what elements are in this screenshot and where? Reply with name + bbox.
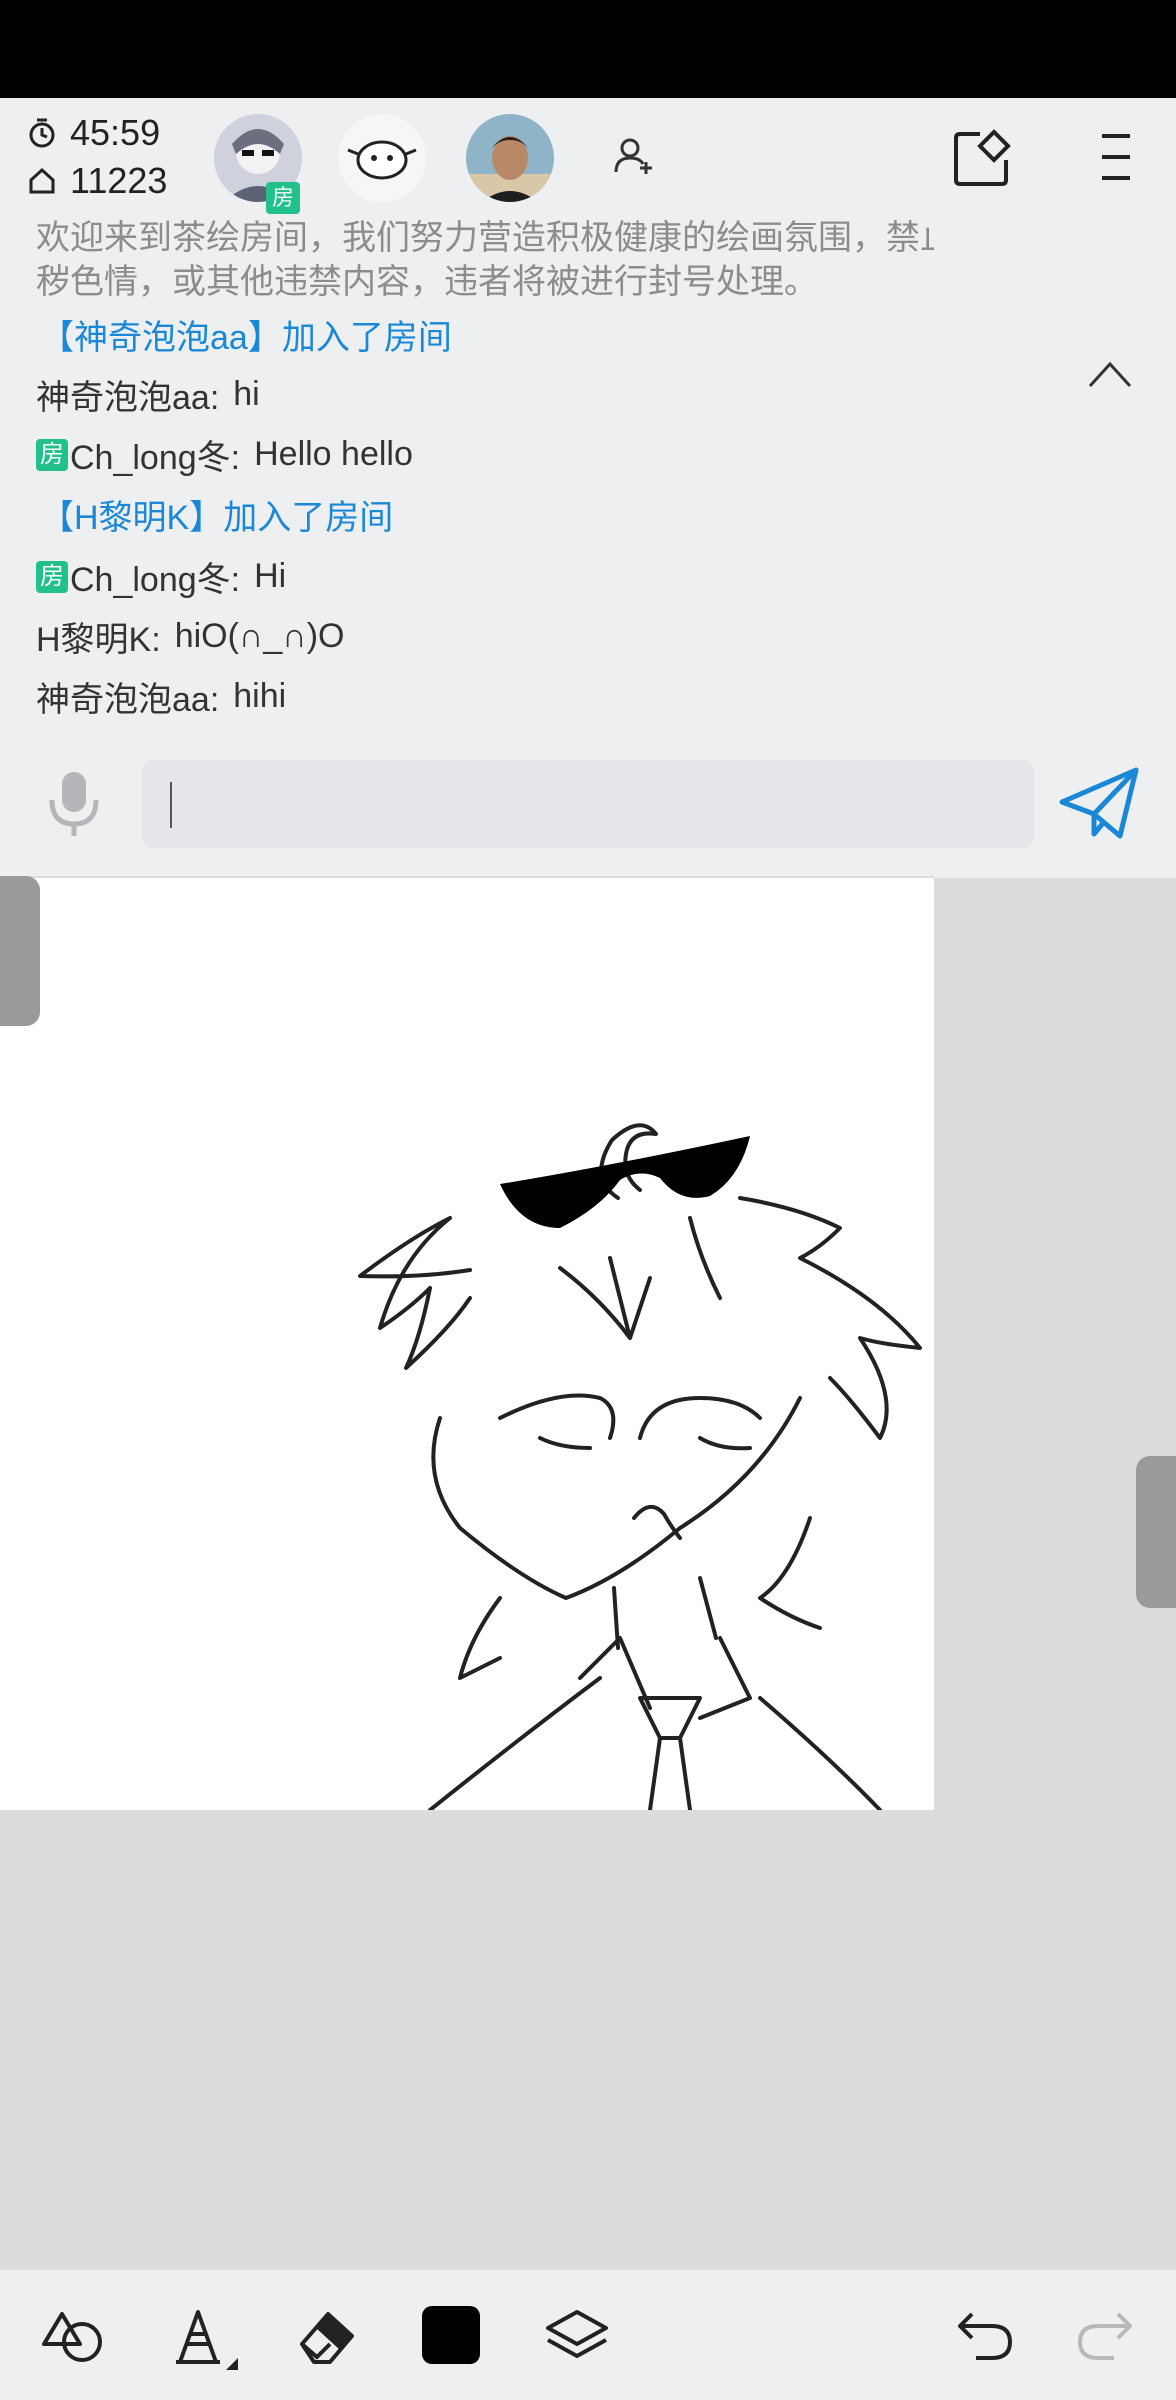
share-icon[interactable] xyxy=(950,126,1014,190)
host-badge: 房 xyxy=(266,182,300,214)
add-user-icon[interactable] xyxy=(612,134,656,178)
timer-value: 45:59 xyxy=(70,112,161,153)
message-user: 神奇泡泡aa: xyxy=(36,681,220,719)
chat-input-row xyxy=(0,740,1176,878)
avatar-user-3[interactable] xyxy=(466,114,554,202)
layers-icon[interactable] xyxy=(544,2306,610,2366)
status-bar xyxy=(0,0,1176,98)
message-text: hiO(∩_∩)O xyxy=(174,617,345,655)
send-icon[interactable] xyxy=(1058,766,1140,840)
chat-join-1: 【神奇泡泡aa】加入了房间 xyxy=(40,310,452,359)
room-id-value: 11223 xyxy=(70,160,168,201)
message-user: Ch_long冬: xyxy=(70,561,241,599)
chat-message-5: 神奇泡泡aa: hihi xyxy=(36,672,286,721)
message-text: hihi xyxy=(233,677,287,715)
message-user: H黎明K: xyxy=(36,621,161,659)
chat-message-1: 神奇泡泡aa: hi xyxy=(36,370,260,419)
clock-icon xyxy=(29,118,55,148)
host-badge: 房 xyxy=(36,438,68,471)
chat-message-2: 房 Ch_long冬: Hello hello xyxy=(36,430,413,479)
room-timer: 45:59 xyxy=(28,112,160,154)
message-text: Hello hello xyxy=(254,435,413,473)
undo-icon[interactable] xyxy=(956,2306,1014,2364)
text-caret xyxy=(170,782,172,828)
sketch-drawing xyxy=(358,1123,922,1812)
drawing-toolbar xyxy=(0,2270,1176,2400)
redo-icon[interactable] xyxy=(1076,2306,1134,2364)
host-badge: 房 xyxy=(36,560,68,593)
join-text: 【神奇泡泡aa】加入了房间 xyxy=(40,319,452,357)
home-icon xyxy=(29,167,55,194)
chat-message-3: 房 Ch_long冬: Hi xyxy=(36,552,286,601)
message-text: hi xyxy=(233,375,260,413)
message-user: 神奇泡泡aa: xyxy=(36,379,220,417)
canvas-scroll-handle-left[interactable] xyxy=(0,876,40,1026)
avatar-user-2[interactable] xyxy=(338,114,426,202)
chat-input[interactable] xyxy=(142,760,1034,848)
join-text: 【H黎明K】加入了房间 xyxy=(40,499,394,537)
pen-icon[interactable] xyxy=(172,2306,242,2370)
message-text: Hi xyxy=(254,557,287,595)
chevron-up-icon[interactable] xyxy=(1088,360,1132,388)
chat-message-4: H黎明K: hiO(∩_∩)O xyxy=(36,612,344,661)
chat-join-2: 【H黎明K】加入了房间 xyxy=(40,490,393,539)
room-header: 45:59 11223 房 xyxy=(0,98,1176,216)
color-swatch[interactable] xyxy=(422,2306,480,2364)
drawing-canvas[interactable] xyxy=(0,878,934,1812)
room-id: 11223 xyxy=(28,160,167,202)
canvas-scroll-handle-right[interactable] xyxy=(1136,1456,1176,1608)
microphone-icon[interactable] xyxy=(48,770,100,838)
message-user: Ch_long冬: xyxy=(70,439,241,477)
room-notice: 欢迎来到茶绘房间，我们努力营造积极健康的绘画氛围，禁止创作淫秽色情，或其他违禁内… xyxy=(36,219,1056,301)
menu-icon[interactable] xyxy=(1096,132,1136,182)
shapes-icon[interactable] xyxy=(40,2306,106,2366)
eraser-icon[interactable] xyxy=(296,2306,358,2366)
